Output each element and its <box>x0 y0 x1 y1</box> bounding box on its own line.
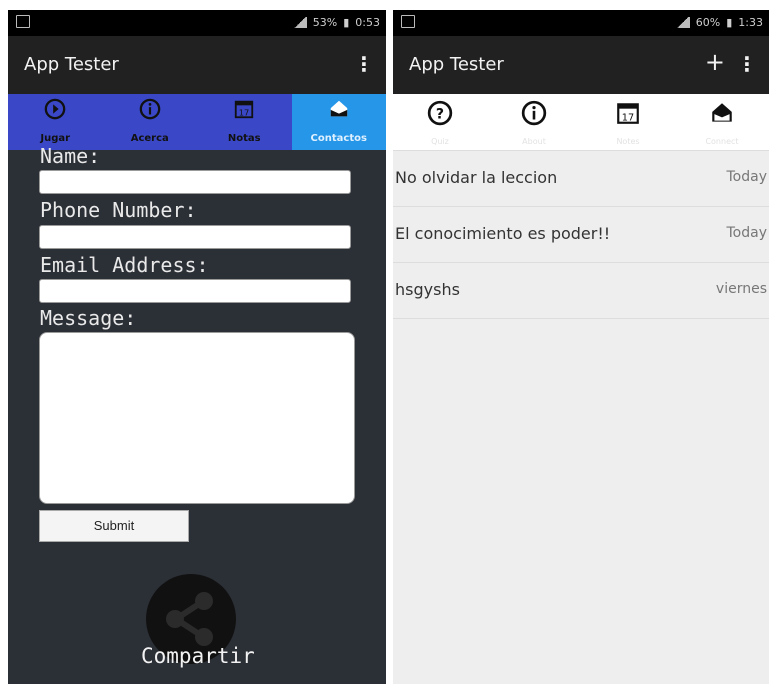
note-date: Today <box>726 225 768 241</box>
email-field[interactable] <box>39 279 351 303</box>
tab-notes[interactable]: 17 Notes <box>581 94 675 150</box>
info-icon <box>139 98 161 120</box>
list-item[interactable]: El conocimiento es poder!! Today <box>393 207 769 263</box>
left-screen: 53% ▮ 0:53 App Tester ⋮ Jugar Acerca 17 … <box>8 10 386 684</box>
signal-icon <box>675 17 690 28</box>
battery-percent: 60% <box>695 16 721 29</box>
list-item[interactable]: hsgyshs viernes <box>393 263 769 319</box>
calendar-icon: 17 <box>235 100 254 119</box>
battery-icon: ▮ <box>343 16 350 29</box>
tab-label: Contactos <box>310 133 367 144</box>
status-bar: 60% ▮ 1:33 <box>393 10 769 36</box>
note-title: No olvidar la leccion <box>395 168 558 187</box>
phone-field[interactable] <box>39 225 351 249</box>
svg-text:?: ? <box>436 106 444 122</box>
app-bar: App Tester + ⋮ <box>393 36 769 94</box>
tab-bar: ? Quiz About 17 Notes Connect <box>393 94 769 151</box>
battery-icon: ▮ <box>726 16 733 29</box>
message-textarea[interactable] <box>39 332 355 504</box>
add-note-button[interactable]: + <box>705 48 725 76</box>
app-title: App Tester <box>24 54 119 75</box>
clock: 1:33 <box>738 16 763 29</box>
calendar-day: 17 <box>239 107 250 117</box>
tab-label: Acerca <box>130 133 169 144</box>
info-icon <box>521 100 547 126</box>
note-date: viernes <box>715 281 767 297</box>
right-screen: 60% ▮ 1:33 App Tester + ⋮ ? Quiz About 1… <box>393 10 769 684</box>
notification-icon <box>401 15 415 28</box>
app-title: App Tester <box>409 54 504 75</box>
note-title: hsgyshs <box>395 280 460 299</box>
tab-label: About <box>522 137 546 146</box>
list-item[interactable]: No olvidar la leccion Today <box>393 151 769 207</box>
share-label: Compartir <box>141 644 255 668</box>
calendar-day: 17 <box>622 113 634 124</box>
calendar-icon: 17 <box>617 103 639 124</box>
app-bar: App Tester ⋮ <box>8 36 386 94</box>
overflow-menu-icon[interactable]: ⋮ <box>737 52 757 76</box>
note-title: El conocimiento es poder!! <box>395 224 611 243</box>
tab-about[interactable]: About <box>487 94 581 150</box>
note-date: Today <box>726 169 768 185</box>
tab-quiz[interactable]: ? Quiz <box>393 94 487 150</box>
notification-icon <box>16 15 30 28</box>
battery-percent: 53% <box>312 16 338 29</box>
tab-bar: Jugar Acerca 17 Notas Contactos <box>8 94 386 150</box>
tab-label: Connect <box>705 137 739 146</box>
message-label: Message: <box>40 306 137 330</box>
name-field[interactable] <box>39 170 351 194</box>
tab-connect[interactable]: Connect <box>675 94 769 150</box>
tab-acerca[interactable]: Acerca <box>103 94 198 150</box>
phone-label: Phone Number: <box>40 198 197 222</box>
play-icon <box>44 98 66 120</box>
tab-notas[interactable]: 17 Notas <box>197 94 292 150</box>
name-label: Name: <box>40 144 101 168</box>
notes-list: No olvidar la leccion Today El conocimie… <box>393 151 769 319</box>
status-bar: 53% ▮ 0:53 <box>8 10 386 36</box>
tab-label: Notes <box>616 137 640 146</box>
tab-label: Jugar <box>40 133 71 144</box>
tab-contactos[interactable]: Contactos <box>291 94 386 150</box>
clock: 0:53 <box>355 16 380 29</box>
tab-label: Notas <box>227 133 261 144</box>
contact-icon <box>330 100 347 117</box>
tab-label: Quiz <box>431 137 449 146</box>
overflow-menu-icon[interactable]: ⋮ <box>354 52 374 76</box>
status-right: 60% ▮ 1:33 <box>675 16 763 29</box>
contact-icon <box>712 103 732 122</box>
submit-button[interactable]: Submit <box>39 510 189 542</box>
help-icon: ? <box>427 100 453 126</box>
status-right: 53% ▮ 0:53 <box>292 16 380 29</box>
signal-icon <box>292 17 307 28</box>
email-label: Email Address: <box>40 253 209 277</box>
tab-jugar[interactable]: Jugar <box>8 94 103 150</box>
